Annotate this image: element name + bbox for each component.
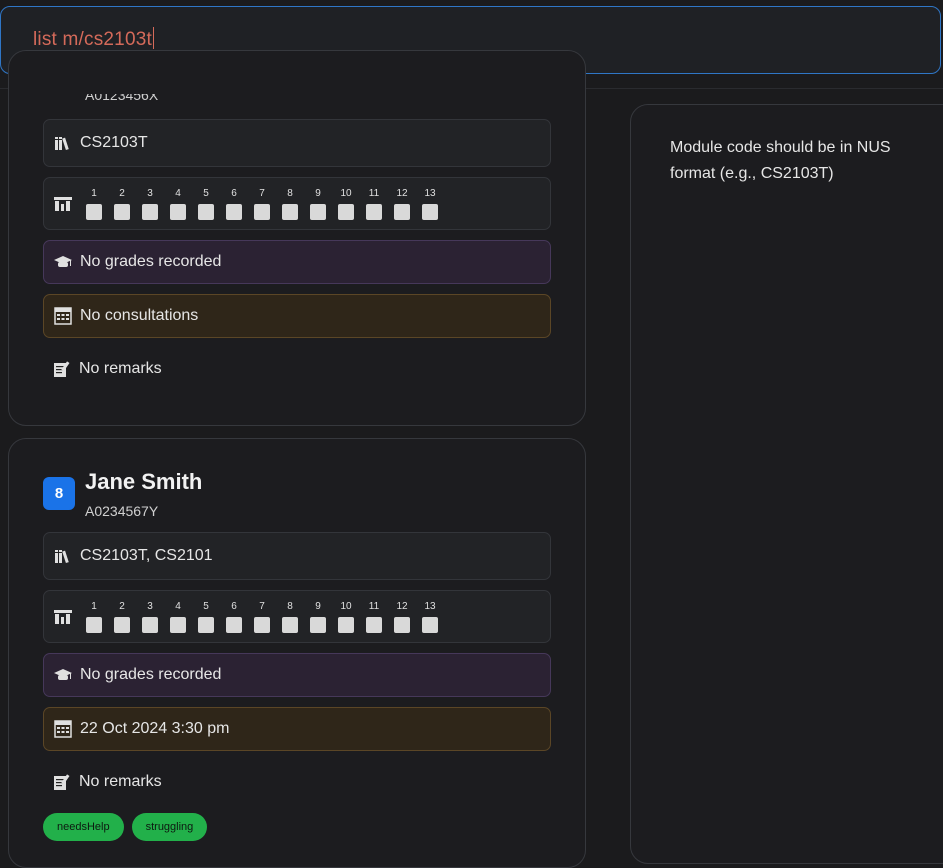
tag-list: needsHelp struggling bbox=[43, 813, 208, 841]
week-item: 9 bbox=[308, 600, 328, 633]
week-item: 5 bbox=[196, 600, 216, 633]
command-input[interactable]: list m/cs2103t bbox=[33, 27, 154, 51]
consultations-text: 22 Oct 2024 3:30 pm bbox=[80, 720, 230, 737]
week-checkbox[interactable] bbox=[114, 617, 130, 633]
week-item: 1 bbox=[84, 600, 104, 633]
week-checkbox[interactable] bbox=[86, 204, 102, 220]
week-checkbox[interactable] bbox=[254, 204, 270, 220]
week-checkbox[interactable] bbox=[394, 617, 410, 633]
week-item: 2 bbox=[112, 600, 132, 633]
calendar-icon bbox=[54, 307, 72, 325]
week-item: 4 bbox=[168, 600, 188, 633]
week-checkbox[interactable] bbox=[366, 617, 382, 633]
week-checkbox[interactable] bbox=[338, 204, 354, 220]
remarks-text: No remarks bbox=[79, 360, 162, 377]
week-item: 8 bbox=[280, 600, 300, 633]
grades-text: No grades recorded bbox=[80, 253, 222, 270]
week-checkbox[interactable] bbox=[142, 617, 158, 633]
week-item: 3 bbox=[140, 600, 160, 633]
week-item: 12 bbox=[392, 187, 412, 220]
week-checkbox[interactable] bbox=[142, 204, 158, 220]
modules-field: CS2103T, CS2101 bbox=[43, 532, 551, 580]
week-checkbox[interactable] bbox=[422, 204, 438, 220]
tag: needsHelp bbox=[43, 813, 124, 841]
week-item: 12 bbox=[392, 600, 412, 633]
week-checkbox[interactable] bbox=[394, 204, 410, 220]
modules-text: CS2103T, CS2101 bbox=[80, 547, 213, 564]
week-item: 11 bbox=[364, 187, 384, 220]
week-checkbox[interactable] bbox=[226, 204, 242, 220]
graduation-cap-icon bbox=[54, 253, 72, 271]
week-item: 10 bbox=[336, 600, 356, 633]
week-checkbox[interactable] bbox=[282, 617, 298, 633]
result-message: Module code should be in NUS format (e.g… bbox=[670, 139, 891, 182]
week-item: 6 bbox=[224, 187, 244, 220]
grades-field: No grades recorded bbox=[43, 240, 551, 284]
week-checkbox[interactable] bbox=[254, 617, 270, 633]
week-item: 9 bbox=[308, 187, 328, 220]
student-card[interactable]: A0123456X CS2103T 1 2 3 4 5 6 7 8 9 10 1… bbox=[8, 50, 586, 426]
graduation-cap-icon bbox=[54, 666, 72, 684]
index-badge: 8 bbox=[43, 477, 75, 510]
consultations-field: 22 Oct 2024 3:30 pm bbox=[43, 707, 551, 751]
week-checkbox[interactable] bbox=[422, 617, 438, 633]
books-icon bbox=[54, 547, 72, 565]
attendance-icon bbox=[54, 195, 72, 213]
week-checkbox[interactable] bbox=[170, 204, 186, 220]
week-item: 13 bbox=[420, 600, 440, 633]
week-checkbox[interactable] bbox=[86, 617, 102, 633]
calendar-icon bbox=[54, 720, 72, 738]
remarks-field: No remarks bbox=[43, 762, 551, 802]
attendance-icon bbox=[54, 608, 72, 626]
notepad-icon bbox=[53, 360, 71, 378]
week-item: 2 bbox=[112, 187, 132, 220]
week-item: 11 bbox=[364, 600, 384, 633]
week-item: 7 bbox=[252, 600, 272, 633]
attendance-field: 1 2 3 4 5 6 7 8 9 10 11 12 13 bbox=[43, 177, 551, 230]
modules-text: CS2103T bbox=[80, 134, 148, 151]
week-checkbox[interactable] bbox=[198, 204, 214, 220]
week-checklist: 1 2 3 4 5 6 7 8 9 10 11 12 13 bbox=[84, 187, 440, 220]
week-item: 4 bbox=[168, 187, 188, 220]
week-checklist: 1 2 3 4 5 6 7 8 9 10 11 12 13 bbox=[84, 600, 440, 633]
week-item: 13 bbox=[420, 187, 440, 220]
student-card[interactable]: 8 Jane Smith A0234567Y CS2103T, CS2101 1… bbox=[8, 438, 586, 868]
grades-text: No grades recorded bbox=[80, 666, 222, 683]
week-checkbox[interactable] bbox=[366, 204, 382, 220]
week-item: 7 bbox=[252, 187, 272, 220]
tag: struggling bbox=[131, 813, 208, 841]
week-checkbox[interactable] bbox=[310, 204, 326, 220]
result-display: Module code should be in NUS format (e.g… bbox=[630, 104, 943, 864]
week-checkbox[interactable] bbox=[226, 617, 242, 633]
week-item: 8 bbox=[280, 187, 300, 220]
week-checkbox[interactable] bbox=[170, 617, 186, 633]
week-item: 1 bbox=[84, 187, 104, 220]
text-caret bbox=[152, 27, 154, 49]
week-item: 5 bbox=[196, 187, 216, 220]
student-id: A0234567Y bbox=[85, 503, 159, 519]
week-item: 6 bbox=[224, 600, 244, 633]
attendance-field: 1 2 3 4 5 6 7 8 9 10 11 12 13 bbox=[43, 590, 551, 643]
week-item: 3 bbox=[140, 187, 160, 220]
notepad-icon bbox=[53, 773, 71, 791]
remarks-text: No remarks bbox=[79, 773, 162, 790]
remarks-field: No remarks bbox=[43, 349, 551, 389]
week-checkbox[interactable] bbox=[282, 204, 298, 220]
books-icon bbox=[54, 134, 72, 152]
week-checkbox[interactable] bbox=[114, 204, 130, 220]
week-checkbox[interactable] bbox=[310, 617, 326, 633]
student-name: Jane Smith bbox=[85, 469, 203, 494]
week-checkbox[interactable] bbox=[198, 617, 214, 633]
week-checkbox[interactable] bbox=[338, 617, 354, 633]
week-item: 10 bbox=[336, 187, 356, 220]
consultations-text: No consultations bbox=[80, 307, 199, 324]
grades-field: No grades recorded bbox=[43, 653, 551, 697]
consultations-field: No consultations bbox=[43, 294, 551, 338]
modules-field: CS2103T bbox=[43, 119, 551, 167]
student-id: A0123456X bbox=[85, 87, 159, 103]
